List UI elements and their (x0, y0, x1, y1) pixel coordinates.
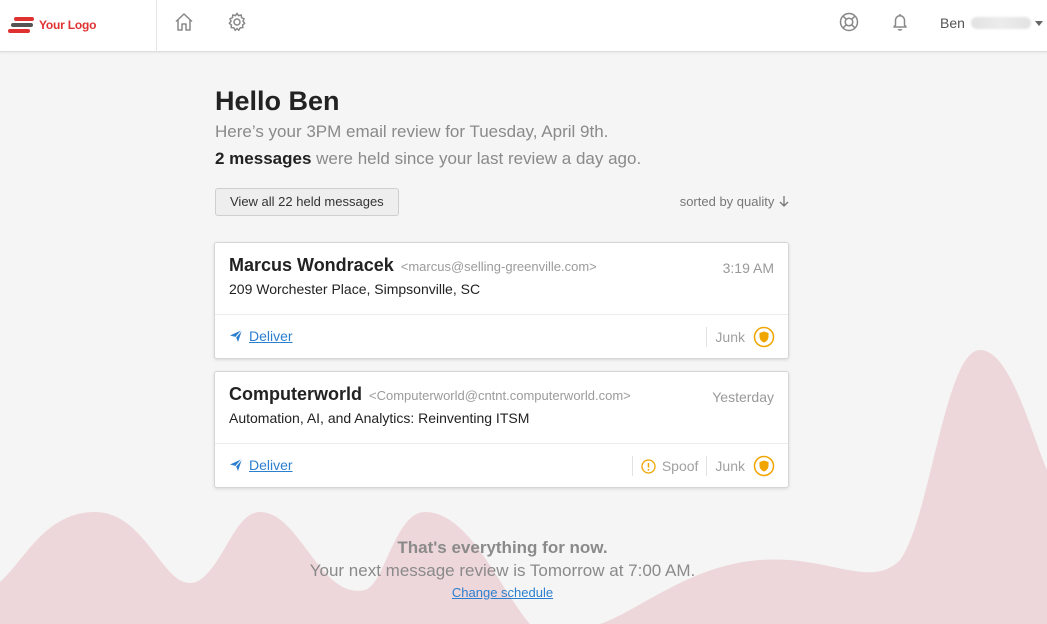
sort-control[interactable]: sorted by quality (680, 194, 790, 209)
deliver-button[interactable]: Deliver (229, 457, 293, 473)
message-subject: Automation, AI, and Analytics: Reinventi… (229, 410, 530, 426)
sender-email: <marcus@selling-greenville.com> (400, 259, 597, 274)
sender-email: <Computerworld@cntnt.computerworld.com> (369, 388, 631, 403)
held-suffix: were held since your last review a day a… (311, 149, 642, 168)
footer-title: That's everything for now. (397, 538, 608, 557)
junk-tag[interactable]: Junk (715, 458, 745, 474)
tag-separator (706, 456, 708, 476)
held-summary: 2 messages were held since your last rev… (215, 147, 790, 171)
arrow-down-icon (779, 196, 789, 207)
bell-icon[interactable] (889, 11, 911, 33)
next-review-text: Your next message review is Tomorrow at … (309, 561, 696, 580)
message-tags: Spoof Junk (624, 455, 775, 477)
deliver-label: Deliver (249, 328, 293, 344)
message-subject: 209 Worchester Place, Simpsonville, SC (229, 281, 481, 297)
tag-separator (631, 456, 633, 476)
help-lifebuoy-icon[interactable] (838, 11, 860, 33)
message-tags: Junk (698, 326, 775, 348)
message-time: 3:19 AM (722, 260, 774, 276)
send-icon (230, 458, 243, 471)
message-card[interactable]: Computerworld <Computerworld@cntnt.compu… (214, 371, 789, 488)
deliver-label: Deliver (249, 457, 293, 473)
logo-text: Your Logo (39, 18, 97, 32)
home-icon[interactable] (173, 11, 195, 33)
company-logo[interactable]: Your Logo (8, 12, 156, 38)
shield-icon[interactable] (753, 455, 775, 477)
user-surname-redacted (970, 17, 1031, 29)
sender-name: Computerworld <Computerworld@cntnt.compu… (229, 384, 631, 405)
spoof-tag[interactable]: Spoof (641, 458, 699, 474)
held-count: 2 messages (215, 149, 312, 168)
review-footer: That's everything for now. Your next mes… (215, 537, 790, 602)
junk-tag[interactable]: Junk (715, 329, 745, 345)
sender-name-text: Marcus Wondracek (229, 255, 394, 275)
header-divider (156, 0, 157, 52)
send-icon (230, 329, 243, 342)
list-controls: View all 22 held messages sorted by qual… (215, 188, 790, 216)
shield-icon[interactable] (753, 326, 775, 348)
message-card[interactable]: Marcus Wondracek <marcus@selling-greenvi… (214, 242, 789, 359)
card-actions: Deliver Spoof Junk (215, 444, 788, 488)
spoof-label: Spoof (661, 458, 699, 474)
deliver-button[interactable]: Deliver (229, 328, 293, 344)
user-menu[interactable]: Ben (940, 13, 1043, 33)
user-name: Ben (940, 15, 965, 31)
change-schedule-link[interactable]: Change schedule (452, 585, 553, 600)
sort-label: sorted by quality (679, 194, 775, 209)
sender-name: Marcus Wondracek <marcus@selling-greenvi… (229, 255, 597, 276)
review-summary: Hello Ben Here’s your 3PM email review f… (215, 84, 790, 216)
gear-icon[interactable] (226, 11, 248, 33)
tag-separator (706, 327, 708, 347)
warning-icon (641, 458, 656, 474)
view-all-held-button[interactable]: View all 22 held messages (215, 188, 399, 216)
message-time: Yesterday (712, 389, 774, 405)
sender-name-text: Computerworld (229, 384, 362, 404)
page-title: Hello Ben (215, 86, 340, 116)
top-navigation-bar: Your Logo Ben (0, 0, 1047, 52)
review-subtitle: Here’s your 3PM email review for Tuesday… (215, 122, 609, 141)
logo-mark-icon (8, 16, 36, 34)
chevron-down-icon (1034, 20, 1043, 26)
card-actions: Deliver Junk (215, 315, 788, 359)
